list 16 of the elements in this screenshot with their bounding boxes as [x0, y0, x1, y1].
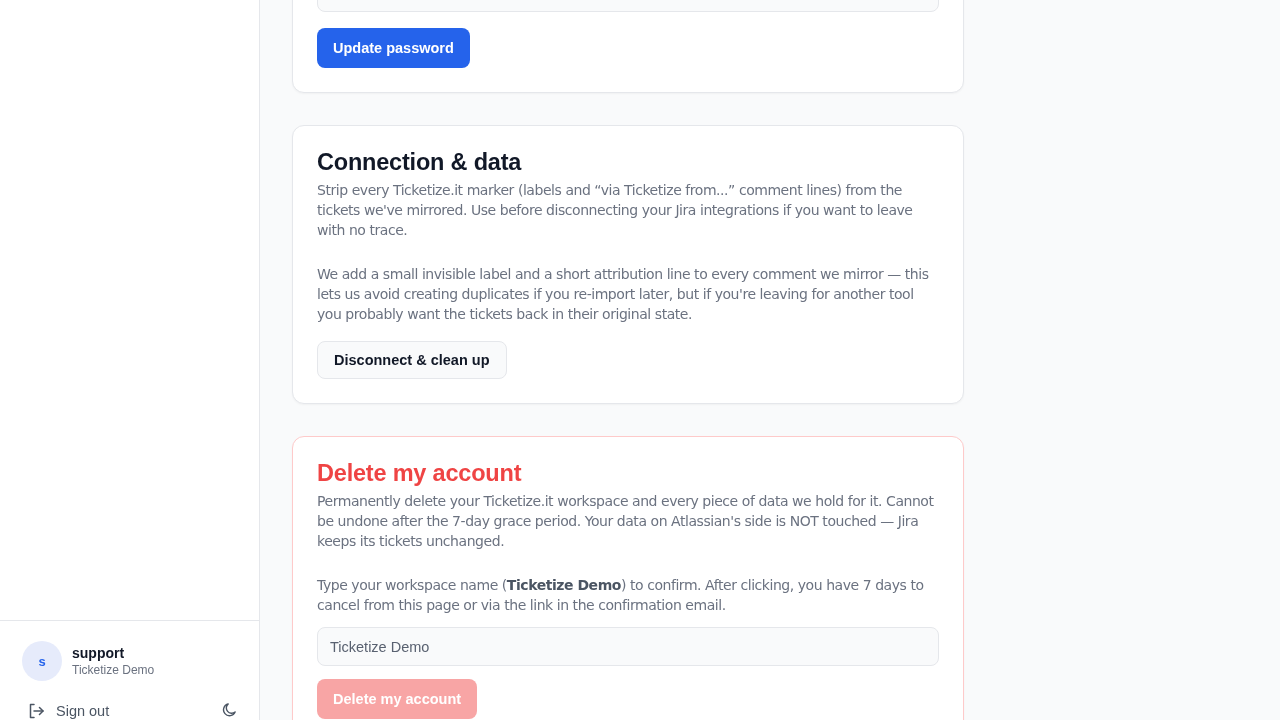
workspace-name-field[interactable]: Ticketize Demo — [317, 627, 939, 666]
section-title: Connection & data — [317, 150, 523, 174]
section-description: Strip every Ticketize.it marker (labels and “via Ticketize from...” comment lines) from the tickets we've mirrored. Use before disconnecting your Jira integrations if you want to leave with no trace. — [317, 181, 914, 240]
section-description: Permanently delete your Ticketize.it workspace and every piece of data we hold for it. Cannot be undone after the 7-day grace period. Your data on Atlassian's side is NOT touched — Jira keeps its tickets unchanged. — [317, 492, 935, 551]
sign-out-icon — [28, 703, 44, 719]
update-password-button[interactable]: Update password — [317, 28, 470, 68]
avatar: s — [22, 641, 62, 681]
disconnect-button[interactable]: Disconnect & clean up — [317, 341, 507, 379]
sign-out-button[interactable]: Sign out — [22, 702, 110, 720]
section-description: Type your workspace name (Ticketize Demo) to confirm. After clicking, you have 7 days to cancel from this page or via the link in the confirmation email. — [317, 576, 925, 615]
user-name: support — [72, 644, 126, 662]
moon-icon — [220, 703, 236, 719]
section-title: Delete my account — [317, 461, 523, 485]
section-description: We add a small invisible label and a short attribution line to every comment we mirror — this lets us avoid creating duplicates if you re-import later, but if you're leaving for another tool you probably want the tickets back in their original state. — [317, 265, 930, 324]
workspace-name: Ticketize Demo — [72, 663, 155, 678]
theme-toggle-button[interactable] — [220, 703, 236, 719]
